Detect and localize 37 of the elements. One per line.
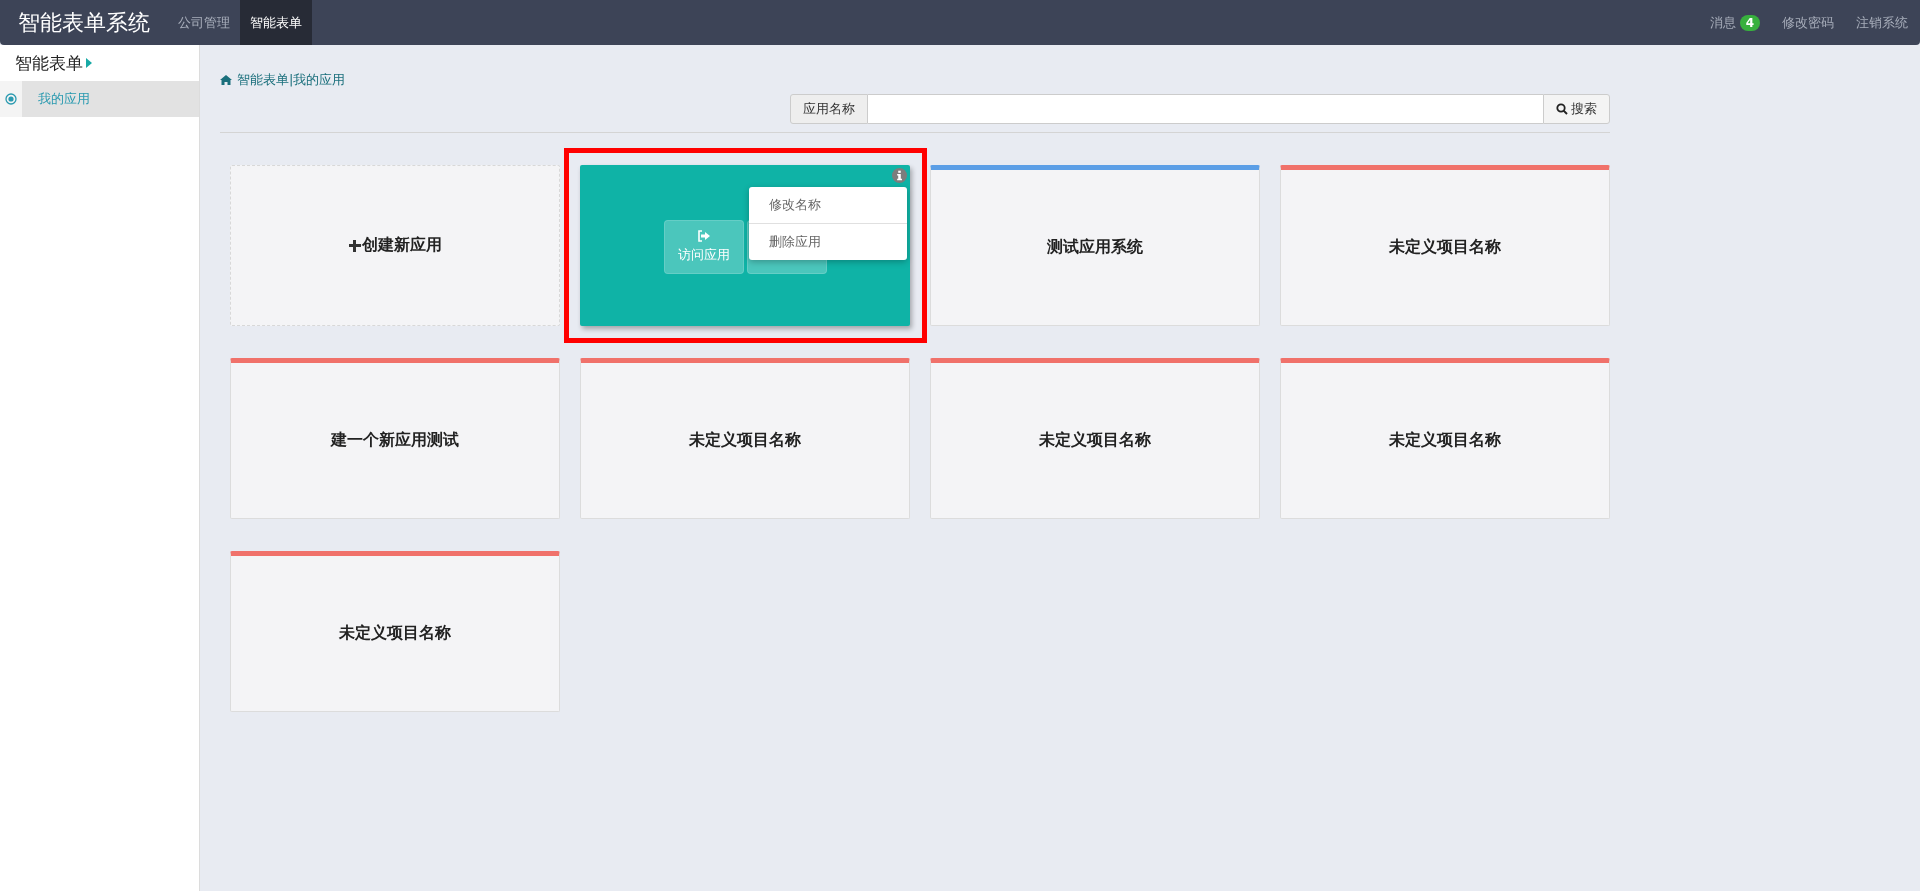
card-title: 未定义项目名称 <box>1389 430 1501 451</box>
app-card[interactable]: 未定义项目名称 <box>1280 165 1610 326</box>
menu-item[interactable]: 修改名称 <box>749 187 907 223</box>
app-card[interactable]: 未定义项目名称 <box>1280 358 1610 519</box>
sidebar-title: 智能表单 <box>15 51 83 75</box>
app-card[interactable]: 建一个新应用测试 <box>230 358 560 519</box>
breadcrumb[interactable]: 智能表单|我的应用 <box>237 71 346 89</box>
card-title: 创建新应用 <box>361 235 442 256</box>
card-title: 未定义项目名称 <box>1039 430 1151 451</box>
home-icon <box>220 75 232 85</box>
card-title: 未定义项目名称 <box>1389 237 1501 258</box>
card-title: 未定义项目名称 <box>689 430 801 451</box>
radio-icon <box>5 93 17 105</box>
search-field[interactable] <box>868 94 1543 124</box>
search-icon <box>1556 103 1568 115</box>
app-card[interactable]: 未定义项目名称 <box>580 358 910 519</box>
app-card[interactable]: 访问应用 修改名称 删除应用 <box>580 165 910 326</box>
app-card[interactable]: 未定义项目名称 <box>930 358 1260 519</box>
app-card[interactable]: 未定义项目名称 <box>230 551 560 712</box>
app-title: 智能表单系统 <box>17 8 151 37</box>
search-button[interactable]: 搜索 <box>1543 94 1610 124</box>
card-title: 未定义项目名称 <box>339 623 451 644</box>
sign-out-icon <box>696 229 711 242</box>
caret-icon <box>86 58 92 68</box>
app-card[interactable]: 测试应用系统 <box>930 165 1260 326</box>
info-icon[interactable] <box>892 168 907 183</box>
nav-tab[interactable]: 智能表单 <box>240 0 312 45</box>
search-label: 应用名称 <box>790 94 868 124</box>
menu-item[interactable]: 删除应用 <box>749 223 907 260</box>
card-title: 建一个新应用测试 <box>331 430 459 451</box>
nav-tab[interactable]: 公司管理 <box>168 0 240 45</box>
create-card[interactable]: 创建新应用 <box>230 165 560 326</box>
top-link[interactable]: 消息 <box>1709 13 1736 32</box>
top-link[interactable]: 注销系统 <box>1856 13 1908 32</box>
count-badge: 4 <box>1739 14 1760 31</box>
top-link[interactable]: 修改密码 <box>1782 13 1834 32</box>
card-title: 测试应用系统 <box>1047 237 1143 258</box>
